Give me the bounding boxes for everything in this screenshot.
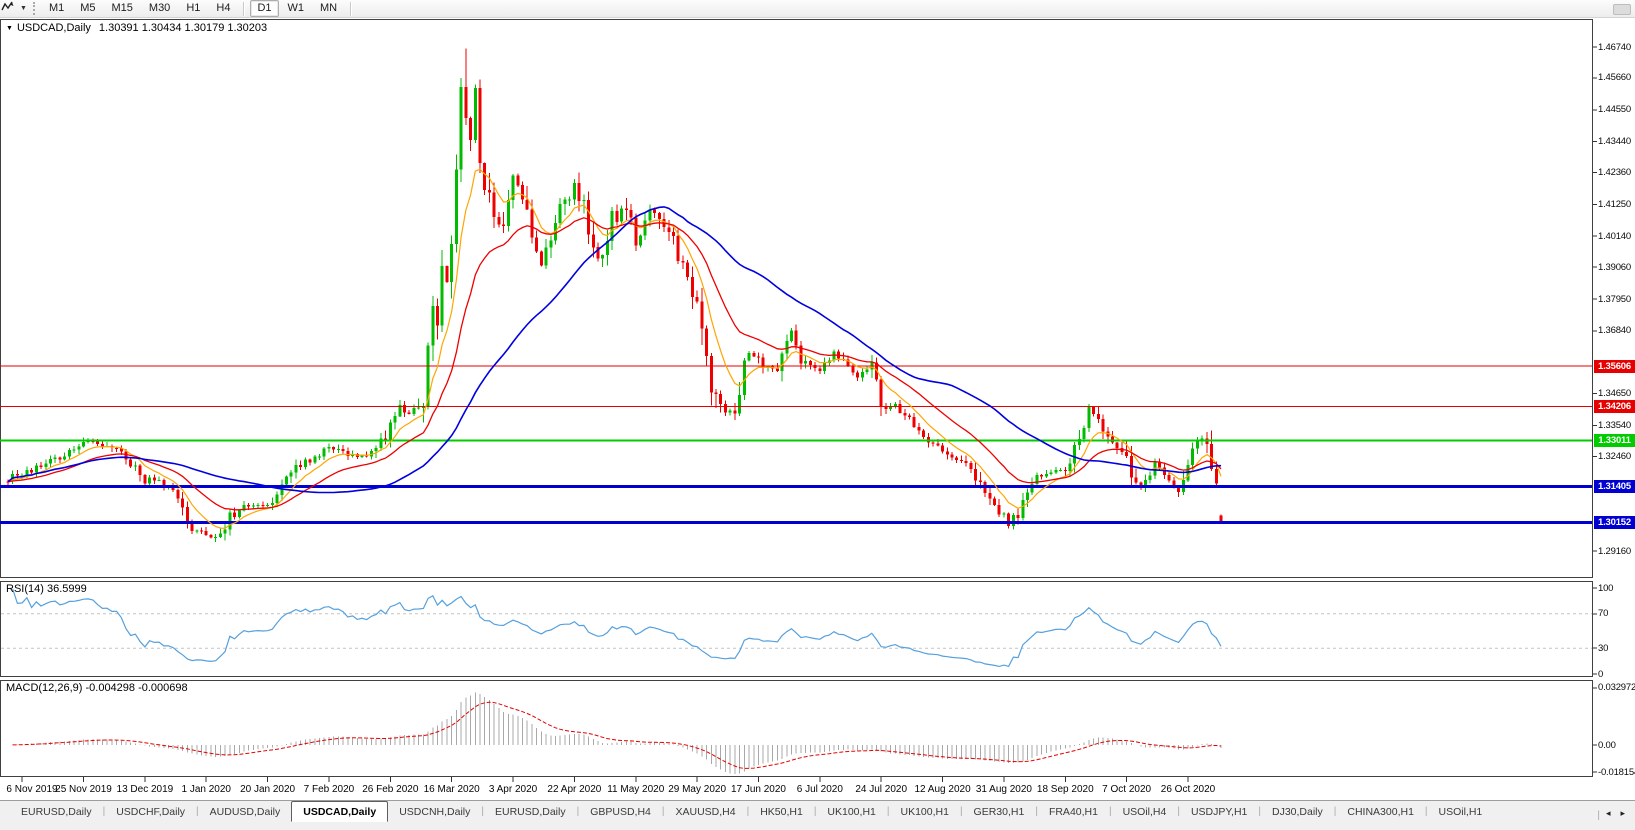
tab-usoil-h1[interactable]: USOil,H1 xyxy=(1428,802,1494,821)
tab-xauusd-h4[interactable]: XAUUSD,H4 xyxy=(664,802,746,821)
tab-china300-h1[interactable]: CHINA300,H1 xyxy=(1336,802,1425,821)
chart-symbol-label: USDCAD,Daily xyxy=(17,22,91,34)
tab-usdjpy-h1[interactable]: USDJPY,H1 xyxy=(1180,802,1258,821)
tab-fra40-h1[interactable]: FRA40,H1 xyxy=(1038,802,1109,821)
price-axis[interactable] xyxy=(1593,19,1635,777)
tab-dj30-daily[interactable]: DJ30,Daily xyxy=(1261,802,1334,821)
tab-uk100-h1[interactable]: UK100,H1 xyxy=(816,802,886,821)
rsi-value: 36.5999 xyxy=(47,583,87,595)
rsi-label: RSI(14) 36.5999 xyxy=(6,583,87,595)
tab-usdcnh-daily[interactable]: USDCNH,Daily xyxy=(388,802,481,821)
tab-audusd-daily[interactable]: AUDUSD,Daily xyxy=(199,802,292,821)
macd-name: MACD(12,26,9) xyxy=(6,682,82,694)
tab-scroll-left-icon[interactable]: ◂ xyxy=(1602,808,1615,819)
tab-eurusd-daily[interactable]: EURUSD,Daily xyxy=(484,802,577,821)
tab-usdchf-daily[interactable]: USDCHF,Daily xyxy=(105,802,196,821)
tab-usdcad-daily[interactable]: USDCAD,Daily xyxy=(291,801,388,822)
date-axis[interactable] xyxy=(0,777,1593,799)
symbol-dropdown-icon[interactable]: ▼ xyxy=(6,25,13,32)
panel-frames xyxy=(1,20,1593,777)
tab-scroll-right-icon[interactable]: ▸ xyxy=(1616,808,1629,819)
rsi-name: RSI(14) xyxy=(6,583,44,595)
tab-scroll-controls: |◂▸ xyxy=(1597,801,1635,821)
tab-gbpusd-h4[interactable]: GBPUSD,H4 xyxy=(579,802,662,821)
mt4-chart-window: ▼ M1M5M15M30H1H4D1W1MN ▼USDCAD,Daily1.30… xyxy=(0,0,1635,830)
tab-uk100-h1[interactable]: UK100,H1 xyxy=(889,802,959,821)
macd-values: -0.004298 -0.000698 xyxy=(85,682,187,694)
chart-title: ▼ USDCAD,Daily 1.30391 1.30434 1.30179 1.3… xyxy=(6,22,267,34)
tab-ger30-h1[interactable]: GER30,H1 xyxy=(963,802,1036,821)
tab-hk50-h1[interactable]: HK50,H1 xyxy=(749,802,814,821)
tab-usoil-h4[interactable]: USOil,H4 xyxy=(1112,802,1178,821)
tab-separator: | xyxy=(1597,810,1600,821)
macd-label: MACD(12,26,9) -0.004298 -0.000698 xyxy=(6,682,188,694)
tab-eurusd-daily[interactable]: EURUSD,Daily xyxy=(10,802,103,821)
chart-canvas[interactable] xyxy=(0,0,1635,830)
chart-ohlc-values: 1.30391 1.30434 1.30179 1.30203 xyxy=(99,22,267,34)
symbol-tabbar: EURUSD,Daily|USDCHF,Daily|AUDUSD,DailyUS… xyxy=(0,800,1635,830)
